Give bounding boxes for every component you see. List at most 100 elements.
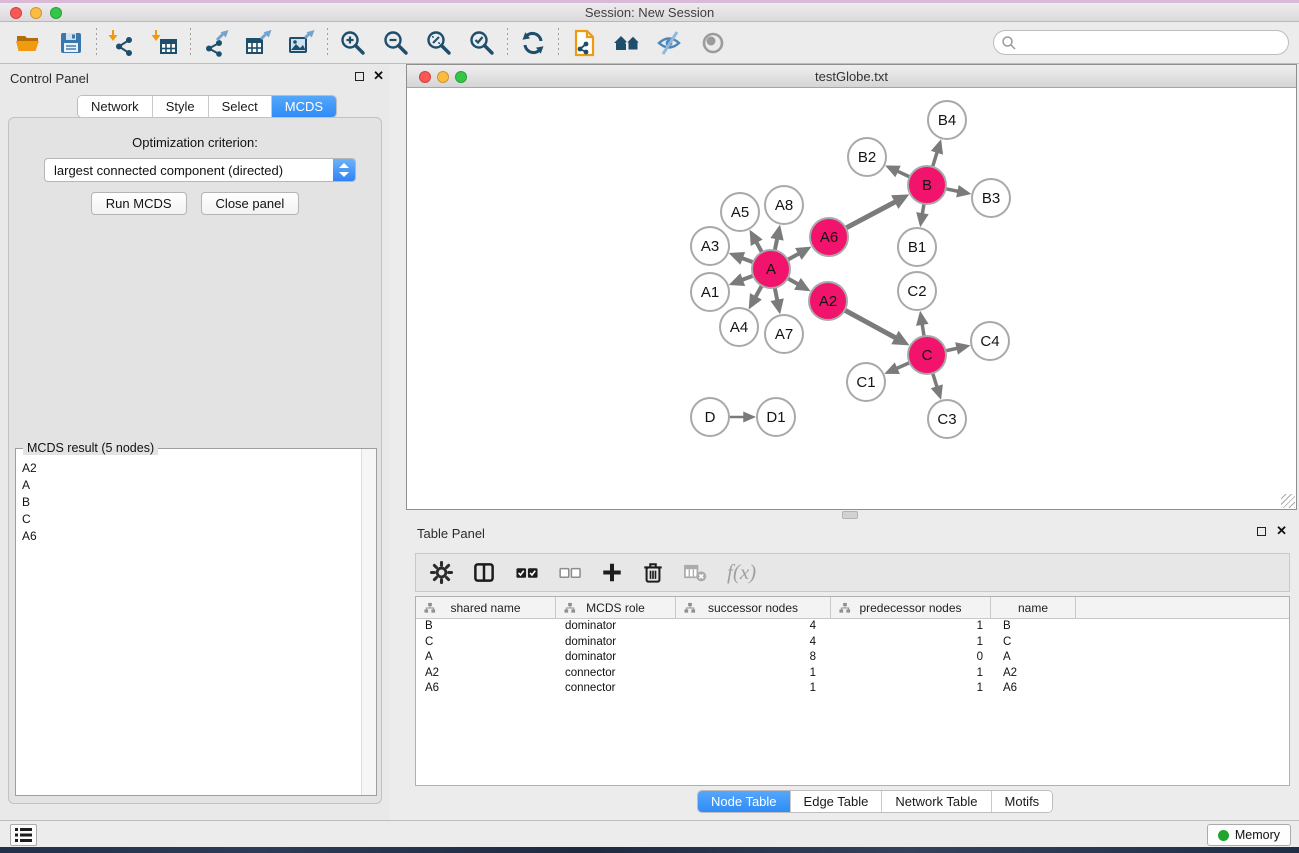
graph-node-C4[interactable]: C4 [971,322,1009,360]
graph-node-A6[interactable]: A6 [810,218,848,256]
edge-A6-B[interactable] [845,201,896,228]
network-canvas[interactable]: B4 B2 B B3 A8A5 A6 A3 B1 A A1 C2 A2 A4A7 C4 C C1 C3 D D1 [407,88,1296,509]
tab-mcds[interactable]: MCDS [272,96,336,117]
edge-A-A1[interactable] [741,275,754,280]
export-network-icon[interactable] [202,29,230,57]
edge-B-B3[interactable] [945,189,959,192]
graph-node-A4[interactable]: A4 [720,308,758,346]
graph-node-C2[interactable]: C2 [898,272,936,310]
zoom-fit-icon[interactable] [425,29,453,57]
graph-node-D1[interactable]: D1 [757,398,795,436]
graph-node-C1[interactable]: C1 [847,363,885,401]
add-column-icon[interactable] [601,561,623,584]
table-row[interactable]: Bdominator41B [416,619,1289,635]
graph-node-B4[interactable]: B4 [928,101,966,139]
graph-node-A2[interactable]: A2 [809,282,847,320]
table-row[interactable]: Cdominator41C [416,635,1289,651]
zoom-in-icon[interactable] [339,29,367,57]
table-row[interactable]: A6connector11A6 [416,681,1289,697]
tab-motifs[interactable]: Motifs [992,791,1053,812]
tab-network[interactable]: Network [78,96,153,117]
network-file-icon[interactable] [570,29,598,57]
mcds-result-item[interactable]: A2 [16,459,362,476]
edge-B-B4[interactable] [932,151,937,167]
optimization-criterion-dropdown[interactable]: largest connected component (directed) [44,158,356,182]
run-mcds-button[interactable]: Run MCDS [91,192,187,215]
tab-select[interactable]: Select [209,96,272,117]
resize-grip-icon[interactable] [1281,494,1295,508]
float-panel-icon[interactable] [355,72,364,81]
open-session-icon[interactable] [14,29,42,57]
mcds-result-item[interactable]: B [16,493,362,510]
delete-table-icon[interactable] [683,561,708,584]
tab-node-table[interactable]: Node Table [698,791,791,812]
edge-C-C4[interactable] [945,348,958,351]
graph-node-B3[interactable]: B3 [972,179,1010,217]
show-all-eye-icon[interactable] [699,29,727,57]
edge-C-C1[interactable] [896,362,911,368]
hide-selected-eye-icon[interactable] [656,29,684,57]
result-scrollbar[interactable] [361,449,376,795]
import-table-icon[interactable] [151,29,179,57]
table-row[interactable]: Adominator80A [416,650,1289,666]
graph-node-B1[interactable]: B1 [898,228,936,266]
graph-node-A[interactable]: A [752,250,790,288]
save-session-icon[interactable] [57,29,85,57]
graph-node-B[interactable]: B [908,166,946,204]
column-header-shared-name[interactable]: shared name [416,597,556,618]
edge-A-A2[interactable] [787,278,799,285]
export-image-icon[interactable] [288,29,316,57]
edge-A-A5[interactable] [756,241,762,253]
column-header-MCDS-role[interactable]: MCDS role [556,597,676,618]
show-columns-icon[interactable] [472,561,496,584]
network-window-titlebar[interactable]: testGlobe.txt [407,65,1296,88]
edge-A2-C[interactable] [844,310,896,339]
column-header-name[interactable]: name [991,597,1076,618]
graph-node-A1[interactable]: A1 [691,273,729,311]
close-panel-button[interactable]: Close panel [201,192,300,215]
edge-C-C2[interactable] [922,323,924,337]
mcds-result-item[interactable]: A6 [16,527,362,544]
edge-A-A3[interactable] [741,258,754,263]
close-panel-icon[interactable]: ✕ [373,71,384,81]
column-header-predecessor-nodes[interactable]: predecessor nodes [831,597,991,618]
tab-style[interactable]: Style [153,96,209,117]
edge-A-A7[interactable] [775,287,778,302]
edge-A-A8[interactable] [775,238,778,252]
splitter-handle[interactable] [842,511,858,519]
graph-node-D[interactable]: D [691,398,729,436]
graph-node-A3[interactable]: A3 [691,227,729,265]
refresh-icon[interactable] [519,29,547,57]
close-table-panel-icon[interactable]: ✕ [1276,526,1287,536]
deselect-all-icon[interactable] [558,561,582,584]
memory-button[interactable]: Memory [1207,824,1291,846]
tab-network-table[interactable]: Network Table [882,791,991,812]
search-input[interactable] [993,30,1289,55]
export-table-icon[interactable] [245,29,273,57]
tab-edge-table[interactable]: Edge Table [791,791,883,812]
select-all-icon[interactable] [515,561,539,584]
column-header-successor-nodes[interactable]: successor nodes [676,597,831,618]
graph-node-C[interactable]: C [908,336,946,374]
zoom-selected-icon[interactable] [468,29,496,57]
task-history-button[interactable] [10,824,37,846]
edge-C-C3[interactable] [932,372,937,388]
float-table-panel-icon[interactable] [1257,527,1266,536]
graph-node-A5[interactable]: A5 [721,193,759,231]
edge-A-A6[interactable] [787,253,800,260]
delete-column-trash-icon[interactable] [642,561,664,584]
graph-node-C3[interactable]: C3 [928,400,966,438]
graph-node-A8[interactable]: A8 [765,186,803,224]
import-network-icon[interactable] [108,29,136,57]
mcds-result-item[interactable]: A [16,476,362,493]
edge-A-A4[interactable] [755,285,762,298]
zoom-out-icon[interactable] [382,29,410,57]
graph-node-A7[interactable]: A7 [765,315,803,353]
mcds-result-item[interactable]: C [16,510,362,527]
table-settings-gear-icon[interactable] [430,561,453,584]
graph-node-B2[interactable]: B2 [848,138,886,176]
edge-B-B2[interactable] [897,171,911,178]
home-icon[interactable] [613,29,641,57]
table-row[interactable]: A2connector11A2 [416,666,1289,682]
function-builder-icon[interactable]: f(x) [727,560,756,585]
